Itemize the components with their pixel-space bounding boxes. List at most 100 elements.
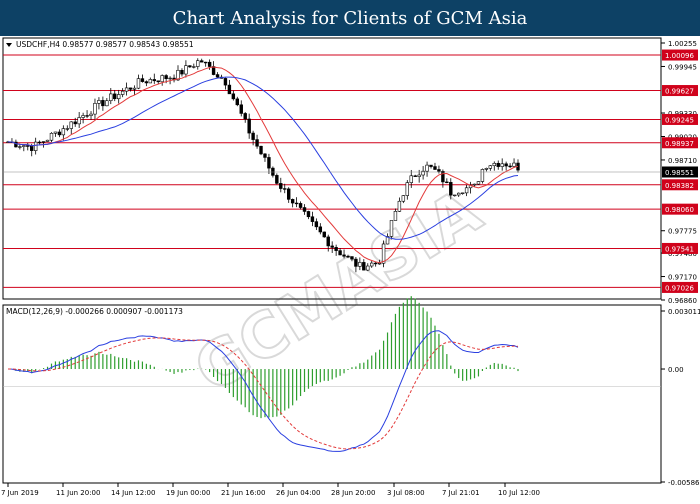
candle-body — [286, 188, 291, 200]
candle-body — [496, 162, 500, 167]
candle-body — [128, 87, 133, 90]
candle-body — [437, 169, 441, 172]
candle-body — [136, 78, 141, 89]
candle-body — [53, 131, 58, 134]
current-price-label: 0.98551 — [665, 169, 694, 177]
candle-body — [243, 113, 247, 120]
candle-body — [116, 94, 121, 100]
symbol-menu[interactable]: USDCHF,H4 0.98577 0.98577 0.98543 0.9855… — [6, 40, 194, 49]
candle-body — [263, 153, 267, 158]
candle-body — [484, 168, 489, 170]
candle-body — [113, 93, 117, 100]
candle-body — [283, 188, 287, 190]
candle-body — [140, 78, 145, 82]
time-tick-label: 21 Jun 16:00 — [221, 489, 265, 497]
candle-body — [449, 182, 453, 196]
time-tick-label: 26 Jun 04:00 — [276, 489, 320, 497]
candle-body — [81, 115, 85, 118]
candle-body — [41, 141, 46, 143]
candle-body — [370, 262, 374, 267]
candle-body — [393, 211, 398, 221]
candle-body — [373, 262, 378, 265]
candle-body — [350, 256, 354, 260]
candle-body — [441, 171, 445, 183]
candle-body — [156, 80, 160, 83]
candle-body — [164, 75, 168, 80]
candle-body — [330, 245, 334, 248]
candle-body — [366, 265, 370, 271]
candle-body — [144, 81, 149, 84]
candle-body — [279, 183, 283, 189]
candle-body — [120, 90, 125, 95]
candle-body — [168, 77, 172, 80]
candle-body — [417, 174, 421, 177]
candle-body — [512, 162, 516, 167]
price-tick-label: 0.96860 — [668, 297, 697, 305]
candle-body — [445, 181, 449, 184]
level-label: 0.97026 — [665, 284, 694, 292]
indicator-tick-label: -0.005863 — [668, 479, 700, 487]
candle-body — [358, 262, 362, 267]
price-tick-label: 1.00255 — [668, 40, 697, 48]
time-tick-label: 3 Jul 08:00 — [387, 489, 425, 497]
candle-body — [89, 113, 93, 116]
candle-body — [409, 175, 413, 183]
candle-body — [223, 78, 228, 86]
candle-body — [160, 75, 164, 83]
candle-body — [480, 169, 485, 182]
candle-body — [456, 192, 461, 196]
candle-body — [405, 182, 410, 196]
candle-body — [215, 74, 220, 78]
candle-body — [85, 115, 89, 117]
level-label: 0.98937 — [665, 140, 694, 148]
candle-body — [302, 207, 307, 212]
level-label: 1.00096 — [665, 52, 694, 60]
candle-body — [235, 98, 240, 106]
candle-body — [57, 131, 62, 136]
candle-body — [211, 66, 216, 75]
level-label: 0.99627 — [665, 88, 694, 96]
candle-body — [389, 220, 394, 237]
candle-body — [188, 65, 192, 68]
candle-body — [33, 141, 38, 151]
candle-body — [290, 199, 295, 204]
candle-body — [310, 216, 315, 222]
candle-body — [492, 162, 496, 167]
time-tick-label: 19 Jun 00:00 — [166, 489, 210, 497]
candle-body — [18, 146, 22, 148]
time-tick-label: 11 Jun 20:00 — [56, 489, 100, 497]
candle-body — [105, 100, 109, 107]
price-tick-label: 0.97170 — [668, 274, 697, 282]
candle-body — [322, 231, 326, 238]
candle-body — [37, 141, 42, 144]
candle-body — [93, 103, 97, 115]
time-tick-label: 7 Jun 2019 — [1, 489, 39, 497]
candle-body — [97, 100, 101, 104]
candle-body — [294, 202, 299, 205]
candle-body — [326, 236, 330, 247]
candle-body — [314, 221, 319, 228]
candle-body — [132, 87, 137, 90]
candle-body — [203, 61, 208, 64]
candle-body — [148, 79, 153, 84]
candle-body — [397, 200, 402, 212]
candle-body — [429, 164, 433, 167]
level-label: 0.97541 — [665, 245, 694, 253]
price-tick-label: 0.97775 — [668, 228, 697, 236]
price-tick-label: 0.98710 — [668, 157, 697, 165]
indicator-tick-label: 0.00 — [668, 366, 684, 374]
indicator-tick-label: 0.003011 — [668, 308, 700, 316]
candle-body — [267, 157, 271, 169]
indicator-axis: 0.003011 0.00 -0.005863 — [661, 308, 700, 487]
candle-body — [49, 132, 54, 141]
indicator-label: MACD(12,26,9) -0.000266 0.000907 -0.0011… — [6, 307, 183, 316]
candle-body — [488, 165, 493, 169]
symbol-info: USDCHF,H4 0.98577 0.98577 0.98543 0.9855… — [16, 40, 194, 49]
candle-body — [180, 69, 184, 75]
candle-body — [227, 84, 232, 95]
candle-body — [460, 192, 465, 194]
candle-body — [239, 104, 243, 114]
candle-body — [45, 139, 50, 142]
candle-body — [472, 183, 477, 186]
price-tick-label: 0.99945 — [668, 63, 697, 71]
